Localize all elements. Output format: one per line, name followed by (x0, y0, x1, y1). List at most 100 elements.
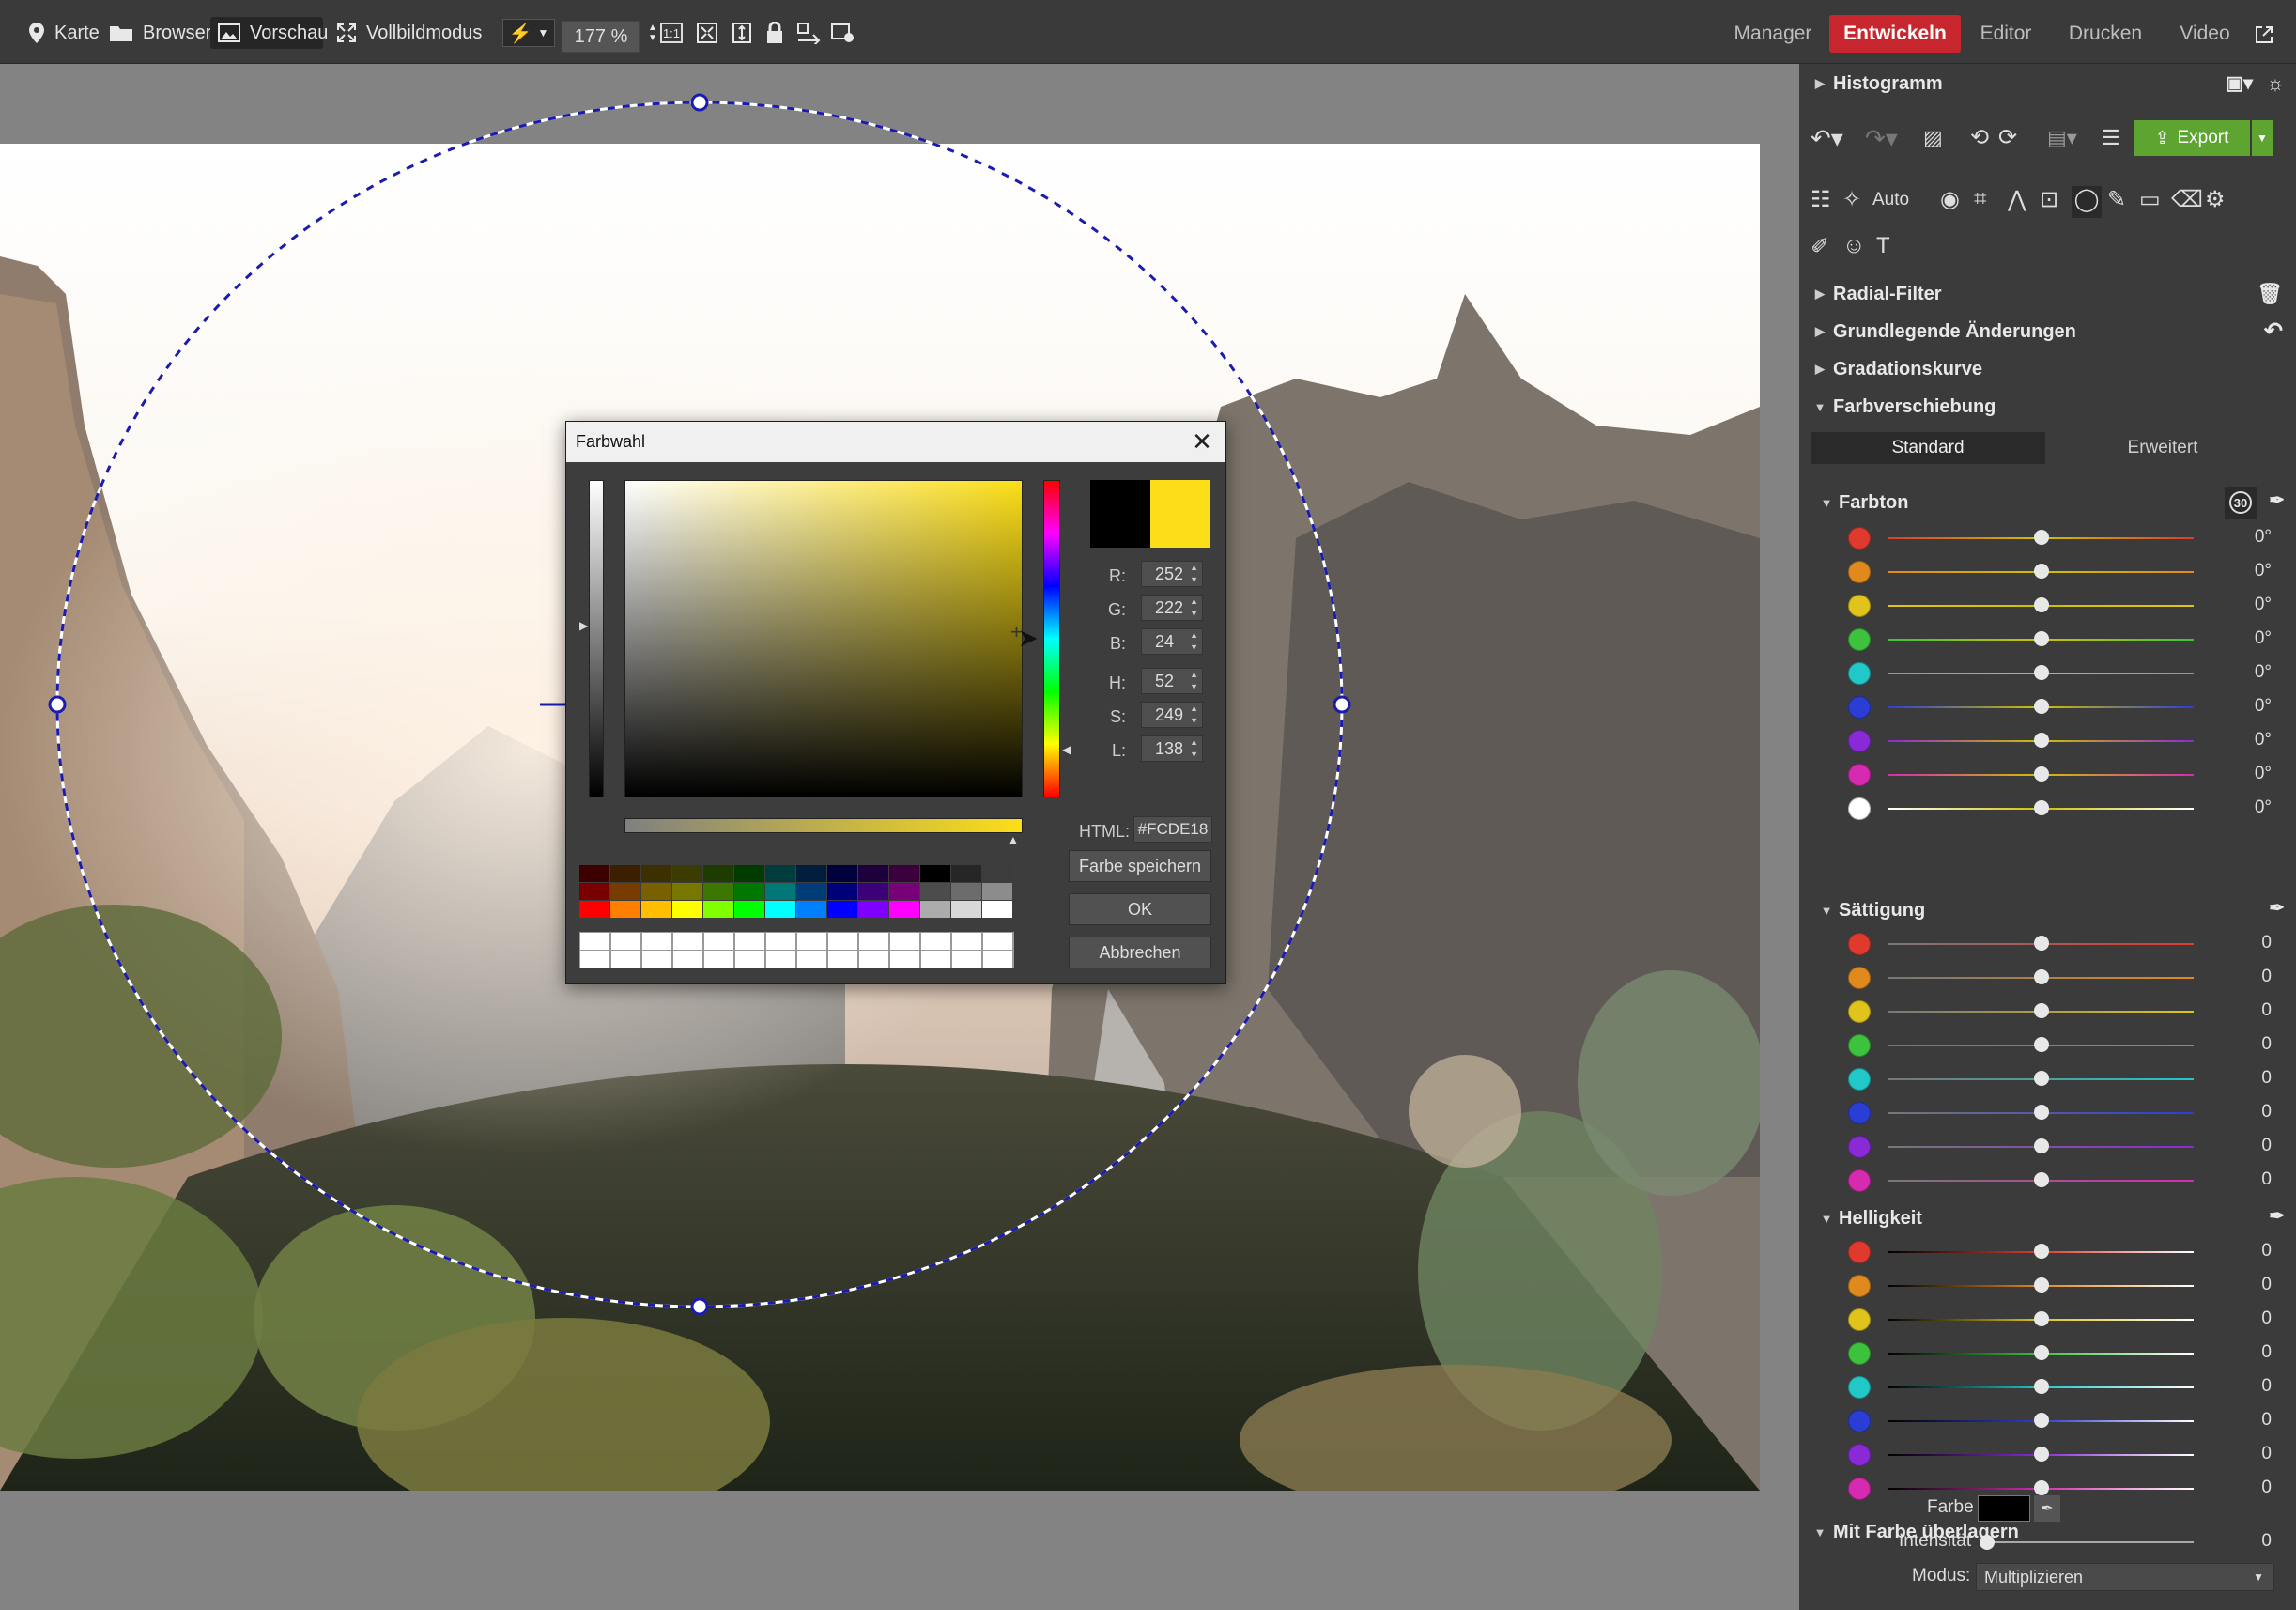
palette-swatch[interactable] (796, 901, 826, 918)
palette-swatch[interactable] (858, 901, 888, 918)
histogram-header[interactable]: ▶ Histogramm ▣▾ ☼ (1799, 66, 2296, 101)
hue-bar[interactable] (1043, 480, 1060, 797)
helligkeit-slider-knob[interactable] (2034, 1447, 2049, 1462)
palette-swatch[interactable] (920, 883, 950, 900)
farbton-slider-knob[interactable] (2034, 597, 2049, 612)
saturation-bar[interactable] (624, 818, 1023, 833)
saettigung-slider-knob[interactable] (2034, 1037, 2049, 1052)
save-color-button[interactable]: Farbe speichern (1069, 850, 1211, 882)
gradient-icon[interactable]: ▭ (2139, 186, 2161, 213)
section-farbverschiebung[interactable]: ▼ Farbverschiebung (1799, 389, 2296, 425)
custom-color-slot[interactable] (704, 933, 733, 950)
section-grundlegende[interactable]: ▶ Grundlegende Änderungen ↶ (1799, 314, 2296, 349)
saettigung-slider-knob[interactable] (2034, 969, 2049, 984)
custom-color-slot[interactable] (580, 951, 609, 968)
custom-color-slot[interactable] (952, 933, 981, 950)
custom-color-slot[interactable] (735, 951, 764, 968)
custom-color-slot[interactable] (859, 933, 888, 950)
rotate-right-icon[interactable]: ⟳ (1998, 124, 2017, 151)
custom-color-slot[interactable] (580, 933, 609, 950)
palette-swatch[interactable] (610, 901, 640, 918)
palette-swatch[interactable] (827, 901, 857, 918)
palette-swatch[interactable] (703, 865, 733, 882)
tab-manager[interactable]: Manager (1724, 15, 1822, 53)
gear-icon[interactable]: ⚙ (2205, 186, 2226, 213)
external-window-icon[interactable] (2250, 21, 2278, 49)
section-radial-filter[interactable]: ▶ Radial-Filter 🗑 (1799, 276, 2296, 312)
palette-swatch[interactable] (579, 901, 609, 918)
text-frame-icon[interactable]: ⊡ (2040, 186, 2058, 213)
palette-swatch[interactable] (703, 901, 733, 918)
farbton-slider-knob[interactable] (2034, 530, 2049, 545)
pen-icon[interactable]: ✐ (1811, 233, 1829, 260)
farbton-slider-knob[interactable] (2034, 699, 2049, 714)
auto-button[interactable]: Auto (1872, 190, 1909, 210)
palette-swatch[interactable] (982, 883, 1012, 900)
helligkeit-slider-knob[interactable] (2034, 1277, 2049, 1293)
farbton-slider-knob[interactable] (2034, 665, 2049, 680)
save-icon[interactable]: ▤▾ (2047, 126, 2077, 150)
helligkeit-slider-knob[interactable] (2034, 1244, 2049, 1259)
palette-swatch[interactable] (920, 865, 950, 882)
luminance-strip[interactable] (589, 480, 604, 797)
palette-swatch[interactable] (579, 865, 609, 882)
zoom-input[interactable]: 177 % (562, 21, 640, 53)
palette-swatch[interactable] (827, 865, 857, 882)
perspective-icon[interactable]: ⋀ (2008, 186, 2026, 213)
farbton-slider-knob[interactable] (2034, 800, 2049, 815)
farbton-slider-knob[interactable] (2034, 733, 2049, 748)
reset-arrow-icon[interactable]: ↶ (2264, 317, 2283, 345)
palette-swatch[interactable] (610, 883, 640, 900)
l-input[interactable]: 138 ▲ ▼ (1141, 735, 1203, 762)
palette-swatch[interactable] (610, 865, 640, 882)
saettigung-slider-knob[interactable] (2034, 1138, 2049, 1153)
palette-swatch[interactable] (796, 865, 826, 882)
custom-color-slot[interactable] (704, 951, 733, 968)
saettigung-slider-knob[interactable] (2034, 1071, 2049, 1086)
undo-icon[interactable]: ↶▾ (1811, 124, 1843, 153)
custom-color-slot[interactable] (766, 933, 795, 950)
custom-color-slot[interactable] (642, 933, 671, 950)
tab-drucken[interactable]: Drucken (2060, 15, 2150, 53)
export-dropdown-chevron-icon[interactable]: ▼ (2252, 120, 2273, 156)
export-button[interactable]: ⇪ Export (2134, 120, 2250, 156)
flash-dropdown[interactable]: ⚡ ▼ (502, 19, 555, 47)
saettigung-header[interactable]: ▼ Sättigung ✒ (1799, 894, 2296, 926)
saettigung-slider-knob[interactable] (2034, 1003, 2049, 1018)
ok-button[interactable]: OK (1069, 893, 1211, 925)
lock-icon[interactable] (761, 19, 789, 47)
eyedropper-icon[interactable]: ✒ (2269, 896, 2285, 920)
b-input[interactable]: 24 ▲ ▼ (1141, 628, 1203, 655)
custom-color-slot[interactable] (766, 951, 795, 968)
custom-color-slot[interactable] (797, 951, 826, 968)
radial-handle-top[interactable] (690, 93, 709, 112)
radial-handle-right[interactable] (1333, 695, 1351, 714)
custom-color-slot[interactable] (890, 951, 919, 968)
close-icon[interactable]: ✕ (1188, 427, 1216, 456)
palette-swatch[interactable] (951, 883, 981, 900)
custom-color-slot[interactable] (828, 951, 857, 968)
s-input[interactable]: 249 ▲ ▼ (1141, 702, 1203, 728)
farbe-swatch[interactable] (1978, 1495, 2030, 1522)
tab-standard[interactable]: Standard (1811, 432, 2045, 464)
palette-swatch[interactable] (672, 901, 702, 918)
trash-icon[interactable]: 🗑 (2257, 282, 2283, 306)
palette-swatch[interactable] (765, 901, 795, 918)
radial-handle-left[interactable] (48, 695, 67, 714)
palette-swatch[interactable] (672, 865, 702, 882)
palette-swatch[interactable] (734, 883, 764, 900)
eyedropper-icon[interactable]: ✒ (2269, 488, 2285, 512)
vollbild-button[interactable]: Vollbildmodus (329, 17, 489, 49)
adjust-icon[interactable]: ☰ (2102, 126, 2120, 150)
g-input[interactable]: 222 ▲ ▼ (1141, 595, 1203, 621)
saettigung-slider-knob[interactable] (2034, 1105, 2049, 1120)
helligkeit-slider-knob[interactable] (2034, 1345, 2049, 1360)
custom-color-slot[interactable] (952, 951, 981, 968)
palette-swatch[interactable] (827, 883, 857, 900)
palette-swatch[interactable] (641, 883, 671, 900)
compare-icon[interactable] (794, 19, 823, 47)
palette-swatch[interactable] (858, 865, 888, 882)
palette-swatch[interactable] (765, 865, 795, 882)
tab-editor[interactable]: Editor (1968, 15, 2043, 53)
palette-swatch[interactable] (951, 865, 981, 882)
